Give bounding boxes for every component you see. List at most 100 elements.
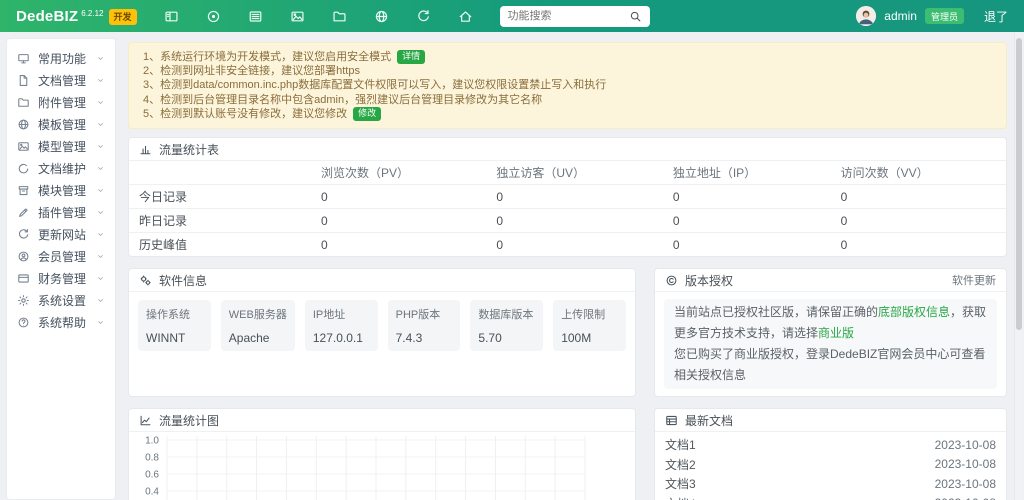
home-icon-glyph: [458, 9, 473, 24]
folder-icon[interactable]: [332, 9, 347, 24]
alert-text: 1、系统运行环境为开发模式，建议您启用安全模式: [143, 50, 391, 64]
search-icon[interactable]: [629, 10, 642, 23]
software-item-value: 7.4.3: [396, 331, 453, 345]
table-row: 今日记录 0000: [129, 185, 1006, 209]
list-item[interactable]: 文档4 2023-10-08: [665, 494, 996, 500]
header-user-area: admin 管理员 退了: [856, 6, 1008, 26]
dot-circle-icon-glyph: [206, 9, 221, 24]
chevron-down-icon: [96, 98, 105, 107]
alert-text: 5、检测到默认账号没有修改，建议您修改: [143, 107, 347, 121]
row-value: 0: [486, 233, 662, 257]
sidebar-item-2[interactable]: 文档管理: [7, 69, 115, 91]
software-item-label: 操作系统: [146, 306, 203, 322]
scrollbar-thumb[interactable]: [1016, 38, 1022, 330]
globe-icon[interactable]: [374, 9, 389, 24]
sidebar-item-4[interactable]: 模板管理: [7, 113, 115, 135]
image-chart-icon[interactable]: [290, 9, 305, 24]
svg-text:0.8: 0.8: [145, 453, 159, 464]
alert-action-badge[interactable]: 详情: [397, 50, 425, 63]
chevron-down-icon: [96, 230, 105, 239]
sidebar-item-7[interactable]: 模块管理: [7, 179, 115, 201]
gear-icon: [17, 294, 30, 307]
avatar[interactable]: [856, 6, 876, 26]
avatar-image: [856, 6, 876, 26]
sidebar-item-8[interactable]: 插件管理: [7, 201, 115, 223]
sidebar-item-label: 附件管理: [38, 94, 88, 111]
alert-action-badge[interactable]: 修改: [353, 107, 381, 120]
sidebar-item-9[interactable]: 更新网站: [7, 223, 115, 245]
dot-circle-icon[interactable]: [206, 9, 221, 24]
sidebar-item-11[interactable]: 财务管理: [7, 267, 115, 289]
info-row: 软件信息 操作系统 WINNT WEB服务器 Apache IP地址 127.0…: [128, 268, 1007, 397]
gears-icon: [139, 274, 152, 287]
search-box[interactable]: [500, 6, 650, 27]
main-content: 1、系统运行环境为开发模式，建议您启用安全模式 详情 2、检测到网址非安全链接，…: [128, 32, 1007, 500]
row-value: 0: [486, 185, 662, 209]
card-icon: [17, 272, 30, 285]
license-link[interactable]: 底部版权信息: [878, 305, 950, 319]
search-input[interactable]: [508, 10, 629, 22]
list-icon-glyph: [248, 9, 263, 24]
software-info-item: WEB服务器 Apache: [221, 300, 295, 351]
home-icon[interactable]: [458, 9, 473, 24]
software-item-value: WINNT: [146, 331, 203, 345]
doc-date: 2023-10-08: [935, 477, 996, 491]
line-chart-icon: [139, 414, 152, 427]
software-info-title: 软件信息: [159, 272, 207, 289]
sidebar-item-1[interactable]: 常用功能: [7, 47, 115, 69]
list-icon[interactable]: [248, 9, 263, 24]
row-value: 0: [831, 185, 1006, 209]
col-header-empty: [129, 161, 311, 185]
software-update-link[interactable]: 软件更新: [952, 272, 996, 288]
doc-date: 2023-10-08: [935, 496, 996, 500]
traffic-table-head-row: 浏览次数（PV）独立访客（UV）独立地址（IP）访问次数（VV）: [129, 161, 1006, 185]
sidebar-item-5[interactable]: 模型管理: [7, 135, 115, 157]
col-header: 浏览次数（PV）: [311, 161, 486, 185]
chevron-down-icon: [96, 164, 105, 173]
circle-icon: [17, 162, 30, 175]
row-value: 0: [311, 185, 486, 209]
sidebar-item-12[interactable]: 系统设置: [7, 289, 115, 311]
sidebar-item-label: 文档维护: [38, 160, 88, 177]
col-header: 独立访客（UV）: [486, 161, 662, 185]
list-item[interactable]: 文档2 2023-10-08: [665, 455, 996, 475]
gears-glyph: [139, 274, 152, 287]
software-item-value: 5.70: [478, 331, 535, 345]
license-body: 当前站点已授权社区版，请保留正确的底部版权信息，获取更多官方技术支持，请选择商业…: [655, 292, 1006, 396]
sidebar-item-6[interactable]: 文档维护: [7, 157, 115, 179]
logo[interactable]: DedeBIZ 6.2.12 开发: [16, 8, 137, 25]
sidebar-item-10[interactable]: 会员管理: [7, 245, 115, 267]
sidebar-item-3[interactable]: 附件管理: [7, 91, 115, 113]
header-nav-icons: [164, 9, 473, 24]
col-header: 访问次数（VV）: [831, 161, 1006, 185]
license-line-1: 当前站点已授权社区版，请保留正确的底部版权信息，获取更多官方技术支持，请选择商业…: [674, 302, 987, 344]
env-badge: 开发: [109, 9, 137, 25]
row-value: 0: [663, 209, 831, 233]
license-link[interactable]: 商业版: [818, 326, 854, 340]
table-row: 昨日记录 0000: [129, 209, 1006, 233]
sidebar-toggle-icon[interactable]: [164, 9, 179, 24]
vertical-scrollbar[interactable]: [1014, 32, 1023, 500]
row-value: 0: [311, 233, 486, 257]
list-item[interactable]: 文档1 2023-10-08: [665, 435, 996, 455]
software-info-item: IP地址 127.0.0.1: [305, 300, 378, 351]
sidebar-item-label: 常用功能: [38, 50, 88, 67]
globe-icon-glyph: [374, 9, 389, 24]
box-icon: [17, 184, 30, 197]
system-alerts: 1、系统运行环境为开发模式，建议您启用安全模式 详情 2、检测到网址非安全链接，…: [128, 42, 1007, 129]
traffic-chart-title: 流量统计图: [159, 412, 219, 429]
svg-text:0.6: 0.6: [145, 470, 159, 481]
sidebar-item-label: 系统帮助: [38, 314, 88, 331]
software-item-label: PHP版本: [396, 306, 453, 322]
traffic-chart: 1.00.80.60.40.20-0.2-0.4: [133, 432, 619, 500]
latest-docs-title: 最新文档: [685, 412, 733, 429]
sidebar-item-13[interactable]: 系统帮助: [7, 311, 115, 333]
folder-icon: [17, 96, 30, 109]
pen-icon: [17, 206, 30, 219]
list-item[interactable]: 文档3 2023-10-08: [665, 474, 996, 494]
chevron-down-icon: [96, 142, 105, 151]
chevron-down-icon: [96, 296, 105, 305]
image-icon: [17, 140, 30, 153]
logout-link[interactable]: 退了: [984, 8, 1008, 25]
refresh-icon[interactable]: [416, 9, 431, 24]
